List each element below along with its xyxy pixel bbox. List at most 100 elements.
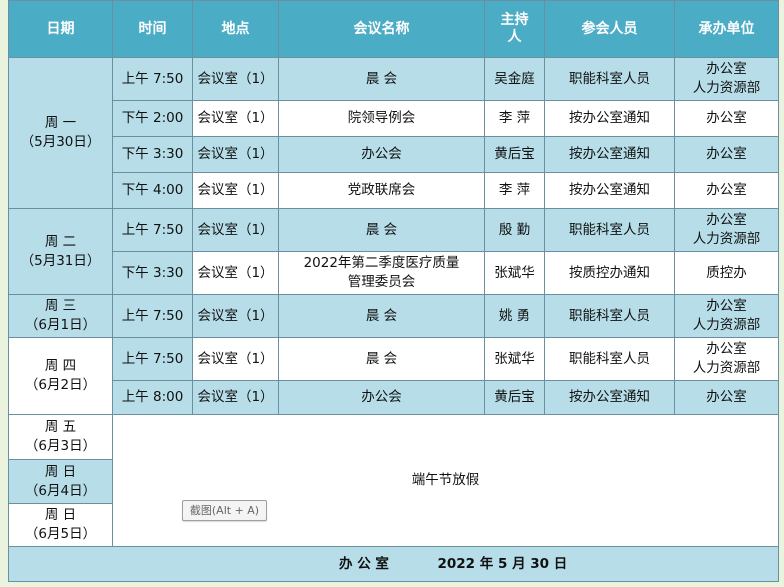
- header-row: 日期 时间 地点 会议名称 主持人 参会人员 承办单位: [8, 0, 779, 58]
- meeting-host: 张斌华: [484, 337, 545, 381]
- meeting-location: 会议室（1）: [192, 100, 279, 137]
- meeting-attendees: 职能科室人员: [544, 294, 675, 338]
- meeting-unit: 办公室 人力资源部: [674, 57, 779, 101]
- meeting-host: 李 萍: [484, 100, 545, 137]
- day-label: 周 二: [44, 233, 77, 250]
- meeting-host: 黄后宝: [484, 136, 545, 173]
- day-cell: 周 三 （6月1日）: [8, 294, 113, 338]
- date-label: （5月30日）: [20, 134, 101, 150]
- date-label: （6月2日）: [24, 377, 97, 393]
- meeting-time: 上午 7:50: [112, 294, 193, 338]
- meeting-unit: 办公室: [674, 136, 779, 173]
- meeting-location: 会议室（1）: [192, 172, 279, 209]
- day-label: 周 四: [44, 358, 77, 374]
- meeting-time: 下午 4:00: [112, 172, 193, 209]
- meeting-time: 上午 7:50: [112, 337, 193, 381]
- day-cell: 周 二 （5月31日）: [8, 208, 113, 295]
- meeting-host: 吴金庭: [484, 57, 545, 101]
- screenshot-button[interactable]: 截图(Alt + A): [182, 500, 267, 521]
- meeting-attendees: 职能科室人员: [544, 57, 675, 101]
- day-cell: 周 一 （5月30日）: [8, 57, 113, 209]
- meeting-time: 上午 8:00: [112, 380, 193, 415]
- meeting-location: 会议室（1）: [192, 57, 279, 101]
- meeting-host: 张斌华: [484, 251, 545, 295]
- meeting-unit: 办公室: [674, 380, 779, 415]
- date-label: （5月31日）: [20, 252, 101, 269]
- table-row: 下午 4:00 会议室（1） 党政联席会 李 萍 按办公室通知 办公室: [8, 172, 779, 209]
- meeting-name: 2022年第二季度医疗质量 管理委员会: [278, 251, 485, 295]
- table-row: 下午 3:30 会议室（1） 办公会 黄后宝 按办公室通知 办公室: [8, 136, 779, 173]
- meeting-name: 院领导例会: [278, 100, 485, 137]
- table-row: 周 四（6月2日） 上午 7:50 会议室（1） 晨 会 张斌华 职能科室人员 …: [8, 337, 779, 415]
- table-row: 下午 3:30 会议室（1） 2022年第二季度医疗质量 管理委员会 张斌华 按…: [8, 251, 779, 295]
- header-unit: 承办单位: [674, 0, 779, 58]
- meeting-attendees: 按办公室通知: [544, 136, 675, 173]
- day-label: 周 日: [44, 507, 77, 523]
- header-host: 主持人: [484, 0, 545, 58]
- date-label: （6月3日）: [24, 438, 97, 454]
- table-row: 下午 2:00 会议室（1） 院领导例会 李 萍 按办公室通知 办公室: [8, 100, 779, 137]
- meeting-location: 会议室（1）: [192, 294, 279, 338]
- meeting-time: 下午 2:00: [112, 100, 193, 137]
- header-date: 日期: [8, 0, 113, 58]
- meeting-name: 晨 会: [278, 337, 485, 381]
- meeting-name: 办公会: [278, 380, 485, 415]
- day-cell: 周 日 （6月4日）: [8, 459, 113, 504]
- table-row: 周 三（6月1日） 上午 7:50 会议室（1） 晨 会 姚 勇 职能科室人员 …: [8, 294, 779, 338]
- meeting-unit: 质控办: [674, 251, 779, 295]
- meeting-unit: 办公室 人力资源部: [674, 337, 779, 381]
- day-cell: 周 四 （6月2日）: [8, 337, 113, 415]
- meeting-attendees: 职能科室人员: [544, 337, 675, 381]
- meeting-name: 晨 会: [278, 57, 485, 101]
- meeting-location: 会议室（1）: [192, 251, 279, 295]
- header-location: 地点: [192, 0, 279, 58]
- table-row: 周 二 （5月31日） 上午 7:50 会议室（1） 晨 会 殷 勤 职能科室人员…: [8, 208, 779, 295]
- header-time: 时间: [112, 0, 193, 58]
- meeting-attendees: 按办公室通知: [544, 172, 675, 209]
- table-row: 周 一 （5月30日） 上午 7:50 会议室（1） 晨 会 吴金庭 职能科室人员…: [8, 57, 779, 209]
- meeting-unit: 办公室 人力资源部: [674, 208, 779, 252]
- header-meeting-name: 会议名称: [278, 0, 485, 58]
- header-attendees: 参会人员: [544, 0, 675, 58]
- meeting-schedule-table: 日期 时间 地点 会议名称 主持人 参会人员 承办单位 周 一 （5月30日） 上…: [8, 0, 779, 582]
- meeting-unit: 办公室 人力资源部: [674, 294, 779, 338]
- day-cell: 周 日 （6月5日）: [8, 503, 113, 547]
- footer-office: 办 公 室: [339, 555, 389, 572]
- meeting-name: 办公会: [278, 136, 485, 173]
- meeting-location: 会议室（1）: [192, 337, 279, 381]
- meeting-location: 会议室（1）: [192, 208, 279, 252]
- footer-date: 2022 年 5 月 30 日: [437, 555, 568, 572]
- date-label: （6月1日）: [24, 317, 97, 333]
- meeting-host: 殷 勤: [484, 208, 545, 252]
- meeting-name: 党政联席会: [278, 172, 485, 209]
- meeting-time: 上午 7:50: [112, 208, 193, 252]
- meeting-attendees: 按办公室通知: [544, 380, 675, 415]
- holiday-note: 端午节放假: [112, 414, 779, 547]
- table-row: 上午 8:00 会议室（1） 办公会 黄后宝 按办公室通知 办公室: [8, 380, 779, 415]
- meeting-unit: 办公室: [674, 100, 779, 137]
- day-label: 周 五: [44, 419, 77, 435]
- meeting-attendees: 按办公室通知: [544, 100, 675, 137]
- date-label: （6月4日）: [24, 482, 97, 499]
- meeting-host: 李 萍: [484, 172, 545, 209]
- meeting-location: 会议室（1）: [192, 136, 279, 173]
- day-label: 周 三: [44, 298, 77, 314]
- table-row: 周 五 （6月3日） 端午节放假: [8, 414, 779, 547]
- meeting-time: 下午 3:30: [112, 136, 193, 173]
- meeting-time: 上午 7:50: [112, 57, 193, 101]
- meeting-location: 会议室（1）: [192, 380, 279, 415]
- day-cell: 周 五 （6月3日）: [8, 414, 113, 460]
- meeting-name: 晨 会: [278, 208, 485, 252]
- day-label: 周 一: [44, 115, 77, 131]
- meeting-host: 黄后宝: [484, 380, 545, 415]
- meeting-time: 下午 3:30: [112, 251, 193, 295]
- date-label: （6月5日）: [24, 526, 97, 542]
- footer-row: 办 公 室 2022 年 5 月 30 日: [8, 546, 779, 582]
- meeting-host: 姚 勇: [484, 294, 545, 338]
- meeting-attendees: 按质控办通知: [544, 251, 675, 295]
- meeting-unit: 办公室: [674, 172, 779, 209]
- meeting-name: 晨 会: [278, 294, 485, 338]
- meeting-attendees: 职能科室人员: [544, 208, 675, 252]
- footer-cell: 办 公 室 2022 年 5 月 30 日: [8, 546, 779, 582]
- day-label: 周 日: [44, 463, 77, 480]
